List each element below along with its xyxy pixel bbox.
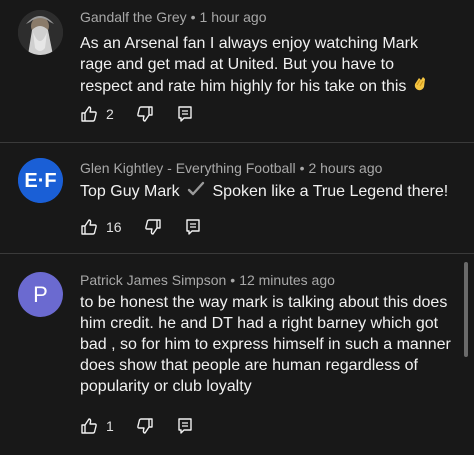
- separator-dot: •: [299, 160, 305, 176]
- everything-football-logo: E·F: [18, 158, 63, 203]
- avatar-patrick[interactable]: P: [18, 272, 63, 317]
- thumbs-down-icon: [136, 418, 153, 434]
- reply-comment-icon: [178, 106, 192, 122]
- avatar-glen[interactable]: E·F: [18, 158, 63, 203]
- separator-dot: •: [190, 9, 196, 25]
- like-count: 1: [106, 418, 114, 434]
- comment-body: As an Arsenal fan I always enjoy watchin…: [80, 35, 418, 96]
- comment-actions: 2: [80, 102, 216, 126]
- reply-button[interactable]: [184, 218, 202, 236]
- dislike-button[interactable]: [136, 105, 154, 123]
- like-count: 2: [106, 106, 114, 122]
- svg-text:E·F: E·F: [24, 170, 56, 192]
- comment-body-start: Top Guy Mark: [80, 183, 180, 201]
- separator-dot: •: [230, 272, 236, 288]
- author-name[interactable]: Glen Kightley - Everything Football: [80, 160, 296, 176]
- timestamp[interactable]: 2 hours ago: [308, 160, 382, 176]
- dislike-button[interactable]: [144, 218, 162, 236]
- comment-3: P Patrick James Simpson • 12 minutes ago t…: [0, 254, 474, 455]
- checkmark-icon: [187, 180, 205, 204]
- thumbs-up-icon: [81, 219, 97, 235]
- comment-meta: Patrick James Simpson • 12 minutes ago: [80, 272, 335, 288]
- like-button[interactable]: 1: [80, 417, 114, 435]
- author-name[interactable]: Gandalf the Grey: [80, 9, 187, 25]
- like-count: 16: [106, 219, 122, 235]
- like-button[interactable]: 16: [80, 218, 122, 236]
- thumbs-up-icon: [81, 418, 97, 434]
- comment-body: to be honest the way mark is talking abo…: [80, 294, 451, 395]
- thumbs-down-icon: [144, 219, 161, 235]
- reply-button[interactable]: [176, 105, 194, 123]
- scrollbar[interactable]: [464, 262, 468, 357]
- timestamp[interactable]: 12 minutes ago: [239, 272, 335, 288]
- comment-meta: Gandalf the Grey • 1 hour ago: [80, 9, 266, 25]
- gandalf-avatar-image: [18, 10, 63, 55]
- comment-actions: 1: [80, 414, 216, 438]
- comment-body-end: Spoken like a True Legend there!: [212, 183, 449, 201]
- comment-text: As an Arsenal fan I always enjoy watchin…: [80, 33, 450, 99]
- dislike-button[interactable]: [136, 417, 154, 435]
- reply-comment-icon: [185, 219, 200, 235]
- comment-1: Gandalf the Grey • 1 hour ago As an Arsena…: [0, 0, 474, 140]
- timestamp[interactable]: 1 hour ago: [200, 9, 267, 25]
- avatar-gandalf[interactable]: [18, 10, 63, 55]
- comment-meta: Glen Kightley - Everything Football • 2 ho…: [80, 160, 382, 176]
- thumbs-up-icon: [81, 106, 97, 122]
- comment-text: Top Guy Mark Spoken like a True Legend t…: [80, 180, 460, 204]
- reply-comment-icon: [178, 418, 192, 434]
- author-name[interactable]: Patrick James Simpson: [80, 272, 226, 288]
- avatar-letter: P: [33, 281, 48, 307]
- comment-actions: 16: [80, 215, 224, 239]
- reply-button[interactable]: [176, 417, 194, 435]
- comment-2: E·F Glen Kightley - Everything Football •…: [0, 143, 474, 253]
- clapping-hands-icon: [411, 75, 429, 99]
- like-button[interactable]: 2: [80, 105, 114, 123]
- thumbs-down-icon: [136, 106, 153, 122]
